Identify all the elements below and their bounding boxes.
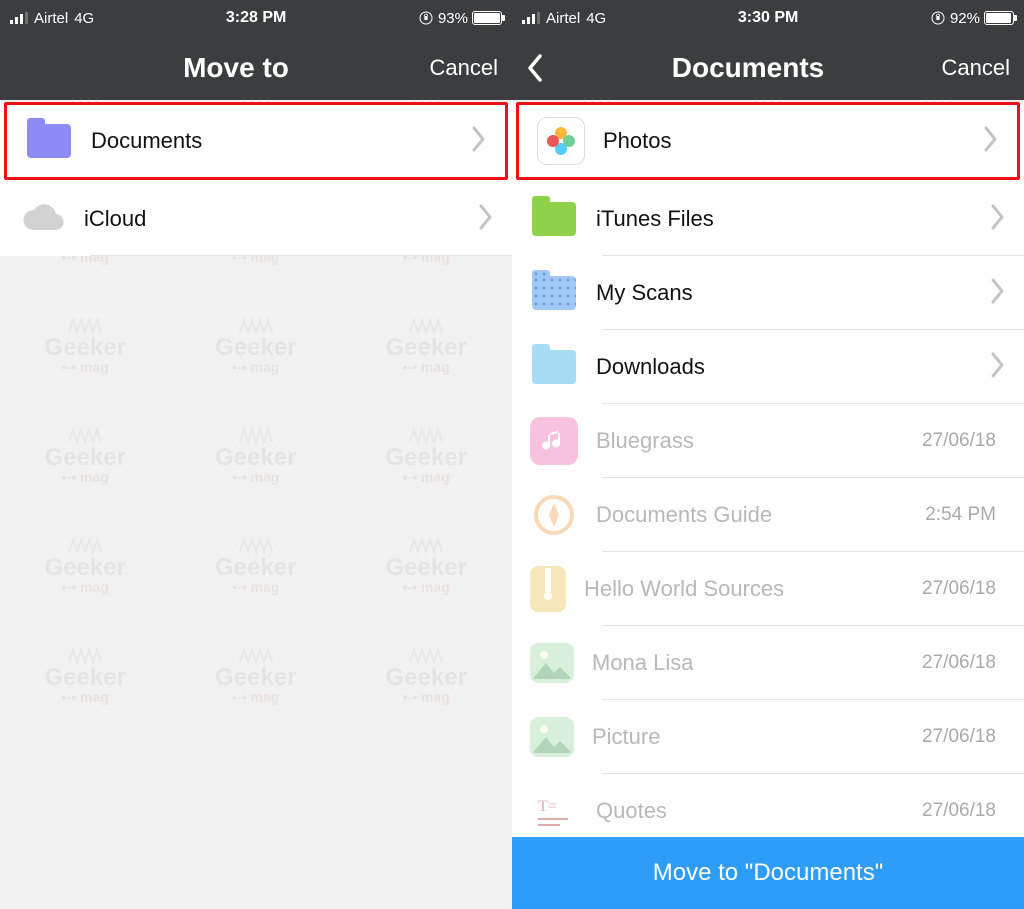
list-item-label: Documents: [91, 128, 471, 154]
list-item[interactable]: Documents: [4, 102, 508, 180]
status-bar: Airtel 4G 3:30 PM 92%: [512, 0, 1024, 36]
list-item[interactable]: Photos: [516, 102, 1020, 180]
back-button[interactable]: [526, 53, 566, 83]
folder-blue-dotted-icon: [530, 269, 578, 317]
phone-right: Geeker•-• magGeeker•-• magGeeker•-• magG…: [512, 0, 1024, 909]
chevron-left-icon: [526, 53, 544, 83]
list-item-label: iTunes Files: [596, 206, 990, 232]
list-item-label: Quotes: [596, 798, 922, 824]
chevron-right-icon: [990, 203, 1006, 236]
list-item-label: Picture: [592, 724, 922, 750]
chevron-right-icon: [471, 125, 487, 158]
signal-icon: [522, 12, 540, 24]
battery-icon: [984, 11, 1014, 25]
list-item[interactable]: My Scans: [512, 256, 1024, 330]
image-icon: [530, 717, 574, 757]
list-item-label: iCloud: [84, 206, 478, 232]
folder-purple-icon: [25, 117, 73, 165]
nav-bar: Move to Cancel: [0, 36, 512, 100]
list-item-meta: 27/06/18: [922, 430, 996, 452]
orientation-lock-icon: [930, 10, 946, 26]
list-item-label: Mona Lisa: [592, 650, 922, 676]
list-item-label: Bluegrass: [596, 428, 922, 454]
music-pink-icon: [530, 417, 578, 465]
list-item-label: My Scans: [596, 280, 990, 306]
cancel-button[interactable]: Cancel: [930, 55, 1010, 81]
list-item-meta: 27/06/18: [922, 578, 996, 600]
list-item-label: Downloads: [596, 354, 990, 380]
nav-title: Move to: [54, 52, 418, 84]
list-item-meta: 27/06/18: [922, 800, 996, 822]
list-item: Picture27/06/18: [512, 700, 1024, 774]
status-time: 3:28 PM: [94, 9, 418, 27]
image-icon: [530, 643, 574, 683]
list-item-label: Photos: [603, 128, 983, 154]
network-label: 4G: [586, 10, 606, 27]
list: Photos iTunes Files My Scans Downloads Blueg…: [512, 100, 1024, 909]
text-icon: T=: [530, 787, 578, 835]
list-item: Mona Lisa27/06/18: [512, 626, 1024, 700]
nav-bar: Documents Cancel: [512, 36, 1024, 100]
signal-icon: [10, 12, 28, 24]
battery-icon: [472, 11, 502, 25]
status-time: 3:30 PM: [606, 9, 930, 27]
list-item-meta: 2:54 PM: [925, 504, 996, 526]
list: Documents iCloud: [0, 100, 512, 909]
list-item[interactable]: iTunes Files: [512, 182, 1024, 256]
folder-lightblue-icon: [530, 343, 578, 391]
carrier-label: Airtel: [34, 10, 68, 27]
list-item[interactable]: iCloud: [0, 182, 512, 256]
network-label: 4G: [74, 10, 94, 27]
phone-left: Geeker•-• magGeeker•-• magGeeker•-• magG…: [0, 0, 512, 909]
battery-percent: 93%: [438, 10, 468, 27]
zip-yellow-icon: [530, 566, 566, 612]
list-item-label: Hello World Sources: [584, 576, 922, 602]
list-item: Bluegrass27/06/18: [512, 404, 1024, 478]
compass-icon: [530, 491, 578, 539]
cloud-icon: [18, 195, 66, 243]
battery-percent: 92%: [950, 10, 980, 27]
photos-icon: [537, 117, 585, 165]
status-bar: Airtel 4G 3:28 PM 93%: [0, 0, 512, 36]
list-item: Hello World Sources27/06/18: [512, 552, 1024, 626]
chevron-right-icon: [983, 125, 999, 158]
chevron-right-icon: [990, 351, 1006, 384]
move-action-button[interactable]: Move to "Documents": [512, 837, 1024, 909]
cancel-button[interactable]: Cancel: [418, 55, 498, 81]
nav-title: Documents: [566, 52, 930, 84]
chevron-right-icon: [478, 203, 494, 236]
list-item-label: Documents Guide: [596, 502, 925, 528]
svg-text:T=: T=: [538, 798, 557, 815]
orientation-lock-icon: [418, 10, 434, 26]
list-item-meta: 27/06/18: [922, 726, 996, 748]
folder-green-icon: [530, 195, 578, 243]
carrier-label: Airtel: [546, 10, 580, 27]
list-item: Documents Guide2:54 PM: [512, 478, 1024, 552]
list-item-meta: 27/06/18: [922, 652, 996, 674]
chevron-right-icon: [990, 277, 1006, 310]
list-item[interactable]: Downloads: [512, 330, 1024, 404]
